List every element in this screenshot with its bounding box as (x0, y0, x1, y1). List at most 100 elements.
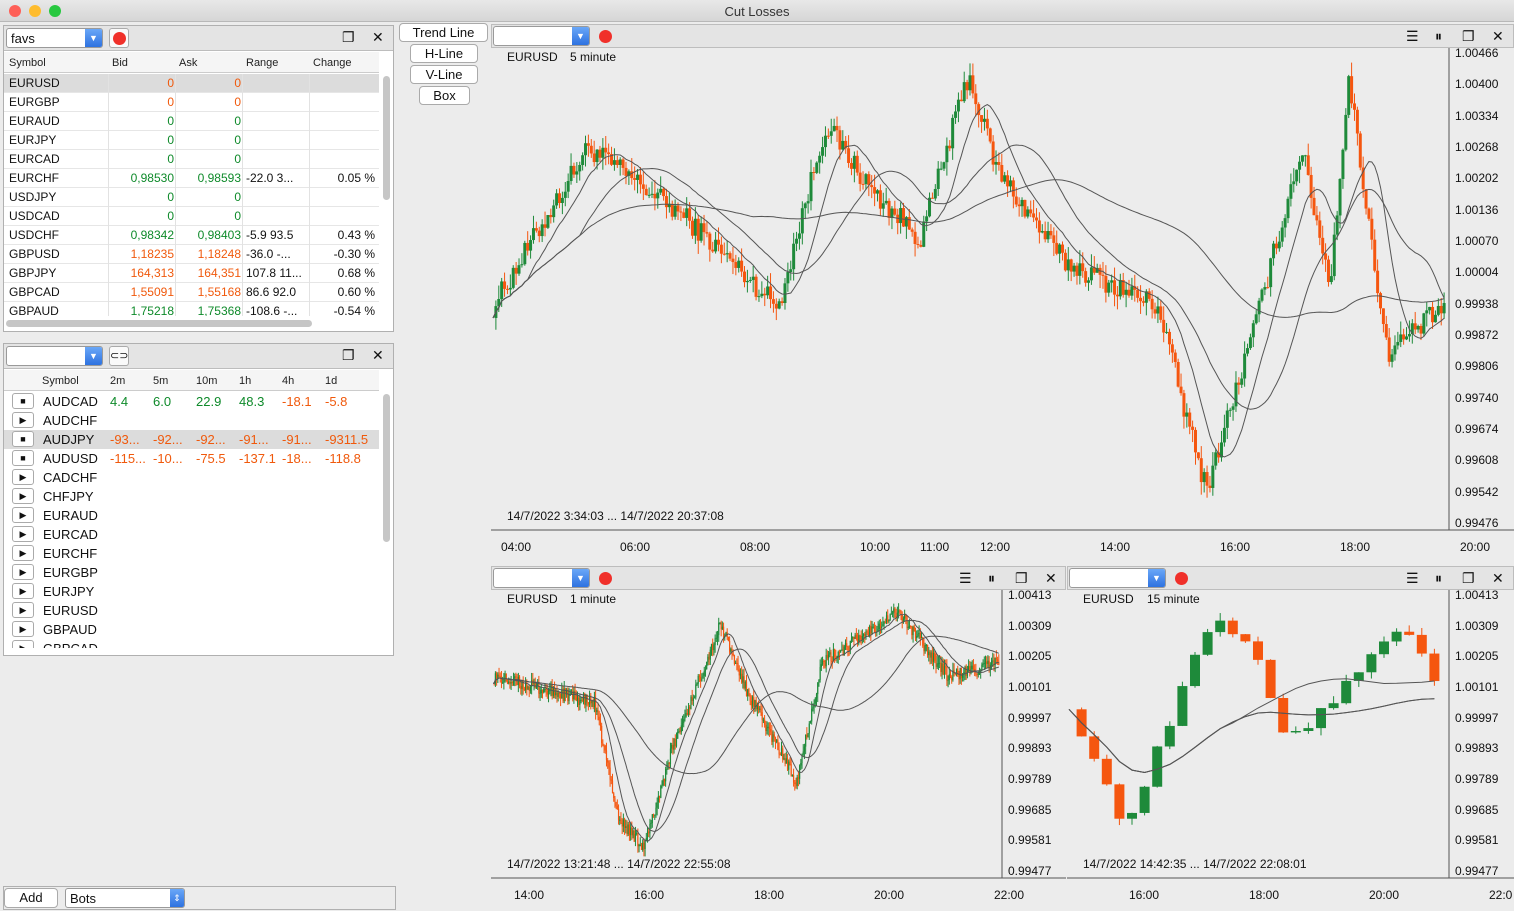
table-row[interactable]: USDCHF 0,98342 0,98403 -5.9 93.5 0.43 % (4, 226, 379, 245)
list-item[interactable]: ■ AUDJPY -93... -92... -92... -91... -91... -93… (4, 430, 379, 449)
split-vertical-icon[interactable]: ⏸ (1435, 28, 1442, 44)
col-2m[interactable]: 2m (110, 375, 125, 387)
detach-window-icon[interactable]: ❐ (1015, 570, 1028, 586)
record-button[interactable] (1175, 572, 1188, 585)
table-row[interactable]: EURGBP 0 0 (4, 93, 379, 112)
play-icon[interactable]: ▶ (12, 488, 34, 504)
col-symbol[interactable]: Symbol (9, 57, 46, 69)
vscroll-thumb[interactable] (383, 76, 390, 200)
play-icon[interactable]: ▶ (12, 564, 34, 580)
favorites-vscrollbar[interactable] (381, 74, 392, 316)
main-chart-canvas[interactable] (491, 48, 1514, 563)
close-icon[interactable]: ✕ (1492, 570, 1504, 586)
close-icon[interactable]: ✕ (372, 29, 384, 45)
vscroll-thumb[interactable] (383, 394, 390, 542)
table-row[interactable]: GBPCAD 1,55091 1,55168 86.6 92.0 0.60 % (4, 283, 379, 302)
col-4h[interactable]: 4h (282, 375, 294, 387)
bots-dropdown[interactable]: Bots ⇕ (65, 888, 185, 908)
table-row[interactable]: EURCAD 0 0 (4, 150, 379, 169)
play-icon[interactable]: ▶ (12, 602, 34, 618)
list-item[interactable]: ▶ EURUSD (4, 601, 379, 620)
play-icon[interactable]: ▶ (12, 640, 34, 648)
play-icon[interactable]: ▶ (12, 526, 34, 542)
play-icon[interactable]: ▶ (12, 469, 34, 485)
col-1d[interactable]: 1d (325, 375, 337, 387)
list-item[interactable]: ▶ AUDCHF (4, 411, 379, 430)
split-vertical-icon[interactable]: ⏸ (988, 570, 995, 586)
list-item[interactable]: ▶ CADCHF (4, 468, 379, 487)
list-item[interactable]: ▶ GBPAUD (4, 620, 379, 639)
play-icon[interactable]: ▶ (12, 621, 34, 637)
close-icon[interactable]: ✕ (1045, 570, 1057, 586)
col-change[interactable]: Change (313, 57, 352, 69)
col-bid[interactable]: Bid (112, 57, 128, 69)
list-item[interactable]: ▶ EURCHF (4, 544, 379, 563)
table-row[interactable]: EURAUD 0 0 (4, 112, 379, 131)
list-item[interactable]: ■ AUDUSD -115... -10... -75.5 -137.1 -18... -11… (4, 449, 379, 468)
scanner-dropdown[interactable]: ▼ (6, 346, 103, 366)
main-chart-dropdown[interactable]: ▼ (493, 26, 590, 46)
close-icon[interactable]: ✕ (1492, 28, 1504, 44)
m1-chart-canvas[interactable] (491, 590, 1066, 911)
play-icon[interactable]: ▶ (12, 412, 34, 428)
m1-price-chart[interactable]: EURUSD 1 minute 14/7/2022 13:21:48 ... 1… (491, 590, 1066, 911)
candle-body (704, 669, 707, 671)
favorites-hscrollbar[interactable] (4, 317, 379, 329)
stop-icon[interactable]: ■ (12, 431, 34, 447)
add-button[interactable]: Add (4, 888, 58, 908)
hscroll-thumb[interactable] (6, 320, 312, 327)
table-row[interactable]: GBPAUD 1,75218 1,75368 -108.6 -... -0.54 % (4, 302, 379, 316)
col-symbol[interactable]: Symbol (42, 375, 79, 387)
trend-line-button[interactable]: Trend Line (399, 23, 488, 42)
play-icon[interactable]: ▶ (12, 545, 34, 561)
record-button[interactable] (109, 28, 129, 48)
table-row[interactable]: USDCAD 0 0 (4, 207, 379, 226)
list-item[interactable]: ■ AUDCAD 4.4 6.0 22.9 48.3 -18.1 -5.8 (4, 392, 379, 411)
split-horizontal-icon[interactable]: ☰ (1406, 570, 1419, 586)
split-vertical-icon[interactable]: ⏸ (1435, 570, 1442, 586)
m15-price-chart[interactable]: EURUSD 15 minute 14/7/2022 14:42:35 ... … (1067, 590, 1514, 911)
m15-chart-canvas[interactable] (1067, 590, 1514, 911)
col-5m[interactable]: 5m (153, 375, 168, 387)
main-price-chart[interactable]: EURUSD 5 minute 14/7/2022 3:34:03 ... 14… (491, 48, 1514, 563)
v-line-button[interactable]: V-Line (410, 65, 478, 84)
table-row[interactable]: GBPUSD 1,18235 1,18248 -36.0 -... -0.30 % (4, 245, 379, 264)
list-item[interactable]: ▶ EURAUD (4, 506, 379, 525)
record-button[interactable] (599, 572, 612, 585)
m15-chart-dropdown[interactable]: ▼ (1069, 568, 1166, 588)
detach-window-icon[interactable]: ❐ (342, 29, 355, 45)
list-item[interactable]: ▶ EURJPY (4, 582, 379, 601)
m1-chart-dropdown[interactable]: ▼ (493, 568, 590, 588)
detach-window-icon[interactable]: ❐ (342, 347, 355, 363)
table-row[interactable]: EURCHF 0,98530 0,98593 -22.0 3... 0.05 % (4, 169, 379, 188)
record-button[interactable] (599, 30, 612, 43)
favorites-dropdown[interactable]: favs ▼ (6, 28, 103, 48)
stop-icon[interactable]: ■ (12, 393, 34, 409)
split-horizontal-icon[interactable]: ☰ (1406, 28, 1419, 44)
detach-window-icon[interactable]: ❐ (1462, 570, 1475, 586)
play-icon[interactable]: ▶ (12, 507, 34, 523)
list-item[interactable]: ▶ GBPCAD (4, 639, 379, 648)
close-icon[interactable]: ✕ (372, 347, 384, 363)
col-10m[interactable]: 10m (196, 375, 217, 387)
table-row[interactable]: USDJPY 0 0 (4, 188, 379, 207)
list-item[interactable]: ▶ CHFJPY (4, 487, 379, 506)
stop-icon[interactable]: ■ (12, 450, 34, 466)
table-row[interactable]: GBPJPY 164,313 164,351 107.8 11... 0.68 % (4, 264, 379, 283)
col-1h[interactable]: 1h (239, 375, 251, 387)
table-row[interactable]: EURUSD 0 0 (4, 74, 379, 93)
h-line-button[interactable]: H-Line (410, 44, 478, 63)
detach-window-icon[interactable]: ❐ (1462, 28, 1475, 44)
box-button[interactable]: Box (419, 86, 470, 105)
col-range[interactable]: Range (246, 57, 278, 69)
candle-body (911, 626, 913, 636)
table-row[interactable]: EURJPY 0 0 (4, 131, 379, 150)
list-item[interactable]: ▶ EURCAD (4, 525, 379, 544)
split-horizontal-icon[interactable]: ☰ (959, 570, 972, 586)
list-item[interactable]: ▶ EURGBP (4, 563, 379, 582)
candle-body (685, 712, 687, 717)
link-button[interactable]: ⊂⊃ (109, 346, 129, 366)
col-ask[interactable]: Ask (179, 57, 197, 69)
scanner-vscrollbar[interactable] (381, 392, 392, 648)
play-icon[interactable]: ▶ (12, 583, 34, 599)
